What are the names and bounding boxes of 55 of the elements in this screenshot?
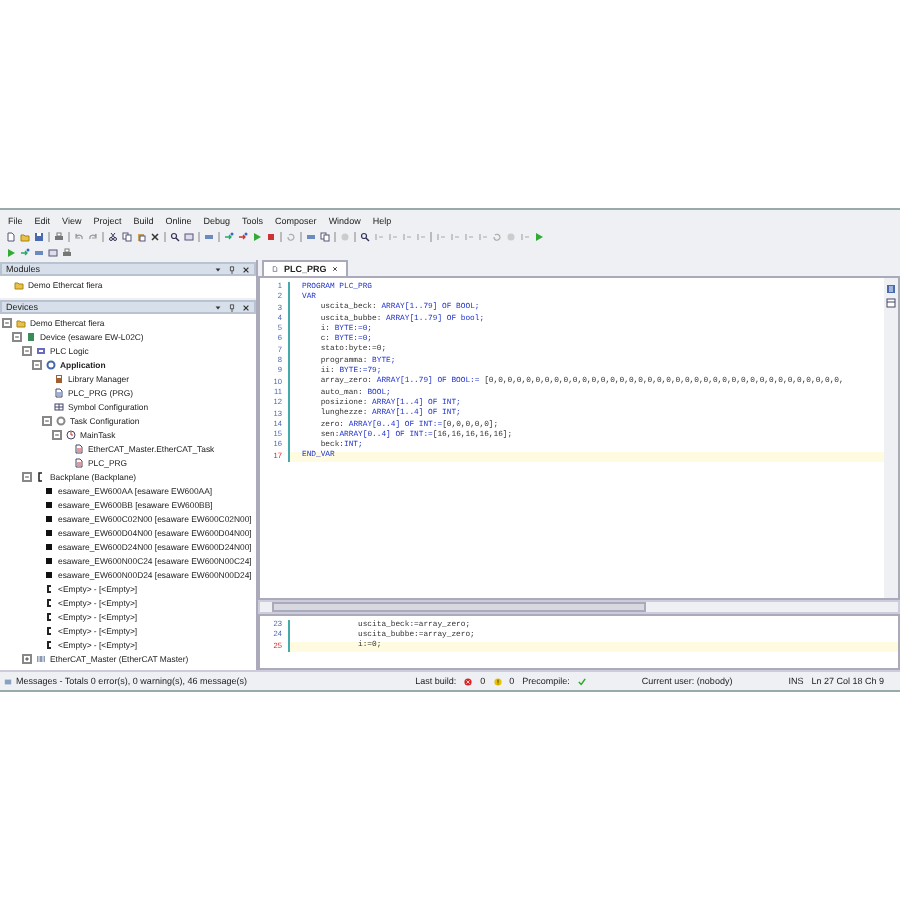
chip-icon	[36, 346, 46, 356]
pin-icon[interactable]	[228, 303, 236, 311]
print-icon[interactable]	[62, 247, 72, 257]
find-icon[interactable]	[170, 231, 180, 241]
open-folder-icon[interactable]	[20, 231, 30, 241]
collapse-toggle[interactable]	[32, 360, 42, 370]
print-icon[interactable]	[54, 231, 64, 241]
delete-icon[interactable]	[150, 231, 160, 241]
messages-icon	[4, 677, 12, 685]
reset-icon[interactable]	[286, 231, 296, 241]
run-icon[interactable]	[6, 247, 16, 257]
cut-icon[interactable]	[108, 231, 118, 241]
login-icon[interactable]	[20, 247, 30, 257]
reset-icon[interactable]	[492, 231, 502, 241]
collapse-toggle[interactable]	[22, 346, 32, 356]
stop-icon[interactable]	[266, 231, 276, 241]
collapse-toggle[interactable]	[2, 318, 12, 328]
horizontal-scrollbar[interactable]	[258, 600, 900, 614]
copy-icon[interactable]	[320, 231, 330, 241]
login-icon[interactable]	[224, 231, 234, 241]
document-icon	[74, 444, 84, 454]
table-icon	[54, 402, 64, 412]
close-icon[interactable]	[242, 303, 250, 311]
device-icon	[26, 332, 36, 342]
network-icon	[36, 654, 46, 664]
document-icon	[74, 458, 84, 468]
collapse-toggle[interactable]	[42, 416, 52, 426]
book-icon	[54, 374, 64, 384]
logout-icon[interactable]	[238, 231, 248, 241]
paste-icon[interactable]	[136, 231, 146, 241]
redo-icon[interactable]	[88, 231, 98, 241]
run-icon[interactable]	[534, 231, 544, 241]
copy-icon[interactable]	[122, 231, 132, 241]
new-file-icon[interactable]	[6, 231, 16, 241]
find-icon[interactable]	[360, 231, 370, 241]
error-icon	[464, 677, 473, 685]
close-icon[interactable]	[332, 266, 339, 272]
clock-icon	[66, 430, 76, 440]
declarations-view-icon[interactable]	[886, 284, 896, 294]
collapse-toggle[interactable]	[22, 472, 32, 482]
document-icon	[272, 266, 278, 272]
pin-icon[interactable]	[228, 265, 236, 273]
run-icon[interactable]	[252, 231, 262, 241]
warning-icon	[493, 677, 502, 685]
collapse-toggle[interactable]	[52, 430, 62, 440]
save-icon[interactable]	[34, 231, 44, 241]
project-icon	[16, 318, 26, 328]
close-icon[interactable]	[242, 265, 250, 273]
collapse-toggle[interactable]	[12, 332, 22, 342]
table-view-icon[interactable]	[886, 298, 896, 308]
undo-icon[interactable]	[74, 231, 84, 241]
expand-toggle[interactable]	[22, 654, 32, 664]
document-icon	[54, 388, 64, 398]
bracket-icon	[36, 472, 46, 482]
project-icon	[14, 280, 24, 290]
